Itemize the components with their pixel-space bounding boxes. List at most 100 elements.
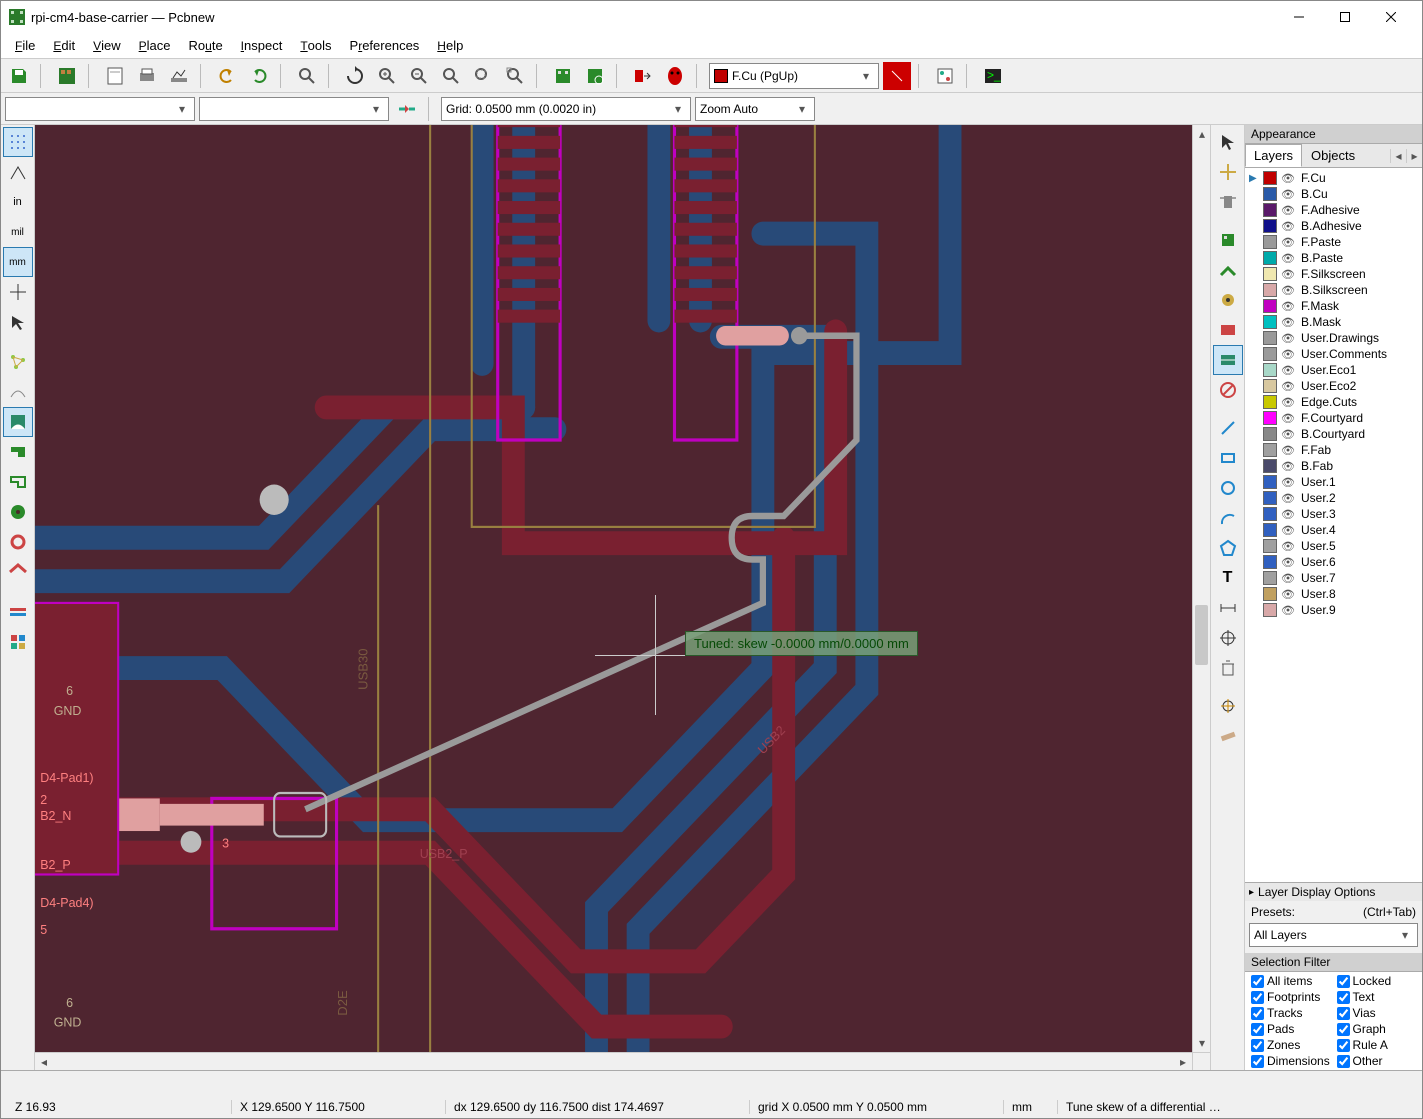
undo-button[interactable]	[213, 62, 241, 90]
layer-color-swatch[interactable]	[1263, 315, 1277, 329]
grid-dropdown[interactable]: Grid: 0.0500 mm (0.0020 in)▾	[441, 97, 691, 121]
layer-row[interactable]: 👁 User.Eco1	[1245, 362, 1422, 378]
layer-row[interactable]: 👁 User.6	[1245, 554, 1422, 570]
layer-pair-button[interactable]	[883, 62, 911, 90]
eye-icon[interactable]: 👁	[1281, 524, 1297, 537]
layer-row[interactable]: 👁 User.8	[1245, 586, 1422, 602]
zone-display-filled-button[interactable]	[3, 437, 33, 467]
menu-inspect[interactable]: Inspect	[233, 36, 291, 55]
filter-checkbox[interactable]	[1337, 1039, 1350, 1052]
curved-ratsnest-button[interactable]	[3, 377, 33, 407]
eye-icon[interactable]: 👁	[1281, 236, 1297, 249]
redo-button[interactable]	[245, 62, 273, 90]
eye-icon[interactable]: 👁	[1281, 396, 1297, 409]
layer-row[interactable]: 👁 Edge.Cuts	[1245, 394, 1422, 410]
show-scripting-console-button[interactable]: >_	[979, 62, 1007, 90]
set-origin-button[interactable]	[1213, 691, 1243, 721]
layer-color-swatch[interactable]	[1263, 411, 1277, 425]
drc-button[interactable]	[661, 62, 689, 90]
filter-checkbox-row[interactable]: Footprints	[1251, 990, 1331, 1004]
place-via-button[interactable]	[1213, 285, 1243, 315]
layer-row[interactable]: 👁 User.Eco2	[1245, 378, 1422, 394]
layer-row[interactable]: 👁 B.Silkscreen	[1245, 282, 1422, 298]
layer-row[interactable]: 👁 User.2	[1245, 490, 1422, 506]
scroll-left-icon[interactable]: ◂	[35, 1053, 53, 1070]
zoom-tool-button[interactable]	[501, 62, 529, 90]
filter-checkbox-row[interactable]: Other	[1337, 1054, 1417, 1068]
scripting-button[interactable]	[931, 62, 959, 90]
layer-color-swatch[interactable]	[1263, 523, 1277, 537]
zoom-dropdown[interactable]: Zoom Auto▾	[695, 97, 815, 121]
menu-file[interactable]: File	[7, 36, 43, 55]
active-layer-dropdown[interactable]: F.Cu (PgUp) ▾	[709, 63, 879, 89]
auto-track-width-button[interactable]	[393, 95, 421, 123]
eye-icon[interactable]: 👁	[1281, 556, 1297, 569]
select-tool-button[interactable]	[1213, 127, 1243, 157]
filter-checkbox-row[interactable]: Locked	[1337, 974, 1417, 988]
filter-checkbox[interactable]	[1251, 1007, 1264, 1020]
pad-fill-button[interactable]	[3, 497, 33, 527]
eye-icon[interactable]: 👁	[1281, 604, 1297, 617]
place-text-button[interactable]: T	[1213, 563, 1243, 593]
filter-checkbox-row[interactable]: Text	[1337, 990, 1417, 1004]
scroll-right-icon[interactable]: ▸	[1174, 1053, 1192, 1070]
route-track-button[interactable]	[1213, 255, 1243, 285]
filter-checkbox[interactable]	[1251, 1039, 1264, 1052]
eye-icon[interactable]: 👁	[1281, 284, 1297, 297]
eye-icon[interactable]: 👁	[1281, 572, 1297, 585]
place-target-button[interactable]	[1213, 623, 1243, 653]
zone-display-outline-button[interactable]	[3, 467, 33, 497]
layer-row[interactable]: 👁 B.Fab	[1245, 458, 1422, 474]
layer-row[interactable]: 👁 B.Paste	[1245, 250, 1422, 266]
place-keepout-button[interactable]	[1213, 375, 1243, 405]
eye-icon[interactable]: 👁	[1281, 188, 1297, 201]
layer-row[interactable]: 👁 B.Adhesive	[1245, 218, 1422, 234]
eye-icon[interactable]: 👁	[1281, 332, 1297, 345]
scroll-thumb[interactable]	[1195, 605, 1208, 665]
menu-preferences[interactable]: Preferences	[342, 36, 428, 55]
layer-row[interactable]: 👁 User.7	[1245, 570, 1422, 586]
place-rule-area-button[interactable]	[1213, 345, 1243, 375]
filter-checkbox[interactable]	[1251, 991, 1264, 1004]
layer-row[interactable]: 👁 User.Comments	[1245, 346, 1422, 362]
layer-color-swatch[interactable]	[1263, 203, 1277, 217]
layer-color-swatch[interactable]	[1263, 379, 1277, 393]
zoom-fit-button[interactable]	[437, 62, 465, 90]
layer-color-swatch[interactable]	[1263, 219, 1277, 233]
filter-checkbox[interactable]	[1337, 1007, 1350, 1020]
layer-row[interactable]: ▶ 👁 F.Cu	[1245, 170, 1422, 186]
filter-checkbox[interactable]	[1337, 991, 1350, 1004]
status-units[interactable]: mm	[1003, 1100, 1053, 1114]
show-grid-button[interactable]	[3, 127, 33, 157]
cursor-shape-button[interactable]	[3, 307, 33, 337]
eye-icon[interactable]: 👁	[1281, 460, 1297, 473]
layer-color-swatch[interactable]	[1263, 363, 1277, 377]
filter-checkbox-row[interactable]: All items	[1251, 974, 1331, 988]
track-fill-button[interactable]	[3, 557, 33, 587]
zoom-out-button[interactable]	[405, 62, 433, 90]
high-contrast-button[interactable]	[3, 597, 33, 627]
draw-circle-button[interactable]	[1213, 473, 1243, 503]
scroll-up-icon[interactable]: ▴	[1193, 125, 1210, 143]
layer-color-swatch[interactable]	[1263, 571, 1277, 585]
eye-icon[interactable]: 👁	[1281, 252, 1297, 265]
menu-place[interactable]: Place	[131, 36, 179, 55]
layer-display-options-button[interactable]: ▸Layer Display Options	[1245, 882, 1422, 901]
layer-row[interactable]: 👁 F.Mask	[1245, 298, 1422, 314]
eye-icon[interactable]: 👁	[1281, 364, 1297, 377]
eye-icon[interactable]: 👁	[1281, 588, 1297, 601]
menu-view[interactable]: View	[85, 36, 129, 55]
eye-icon[interactable]: 👁	[1281, 172, 1297, 185]
filter-checkbox[interactable]	[1251, 1023, 1264, 1036]
zoom-in-button[interactable]	[373, 62, 401, 90]
tab-layers[interactable]: Layers	[1245, 144, 1302, 167]
layer-color-swatch[interactable]	[1263, 395, 1277, 409]
save-button[interactable]	[5, 62, 33, 90]
eye-icon[interactable]: 👁	[1281, 444, 1297, 457]
layers-list[interactable]: ▶ 👁 F.Cu 👁 B.Cu 👁 F.Adhesive 👁 B.Adhesiv…	[1245, 168, 1422, 882]
filter-checkbox-row[interactable]: Zones	[1251, 1038, 1331, 1052]
filter-checkbox-row[interactable]: Dimensions	[1251, 1054, 1331, 1068]
eye-icon[interactable]: 👁	[1281, 220, 1297, 233]
minimize-button[interactable]	[1276, 2, 1322, 32]
layer-color-swatch[interactable]	[1263, 171, 1277, 185]
